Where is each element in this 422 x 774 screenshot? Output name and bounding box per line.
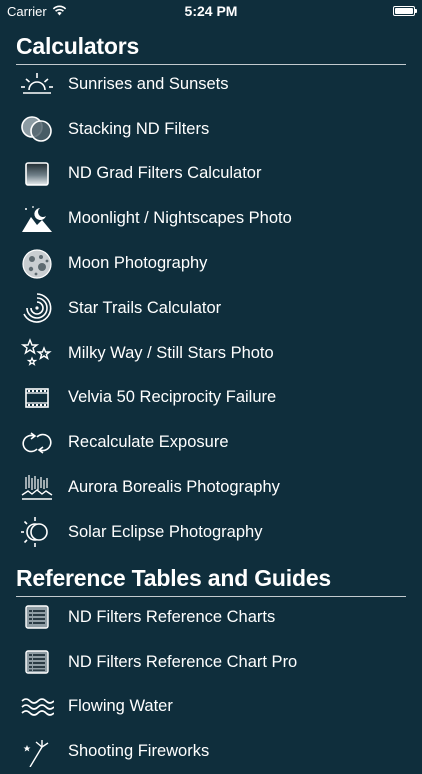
item-label: Milky Way / Still Stars Photo [68,343,274,362]
item-label: Shooting Fireworks [68,742,210,761]
item-label: Moon Photography [68,254,208,273]
list-item-nd-grad-filters[interactable]: ND Grad Filters Calculator [0,152,422,197]
item-label: Stacking ND Filters [68,119,210,138]
calculators-list: Sunrises and Sunsets Stacking ND Filters [0,62,422,555]
carrier-label: Carrier [7,3,47,19]
list-item-recalculate-exposure[interactable]: Recalculate Exposure [0,420,422,465]
wifi-icon [52,4,67,19]
section-header-calculators: Calculators [16,32,406,65]
moon-mountain-icon [20,202,54,236]
list-item-velvia-reciprocity[interactable]: Velvia 50 Reciprocity Failure [0,376,422,421]
item-label: Moonlight / Nightscapes Photo [68,209,292,228]
list-item-nd-filters-reference-pro[interactable]: ND Filters Reference Chart Pro [0,640,422,685]
item-label: Recalculate Exposure [68,433,229,452]
list-item-aurora-borealis[interactable]: Aurora Borealis Photography [0,465,422,510]
water-icon [20,690,54,724]
list-item-nd-filters-reference[interactable]: ND Filters Reference Charts [0,595,422,640]
item-label: Velvia 50 Reciprocity Failure [68,388,277,407]
stars-icon [20,336,54,370]
status-left: Carrier [7,4,67,19]
fireworks-icon [20,735,54,769]
recalculate-icon [20,426,54,460]
status-bar: Carrier 5:24 PM [0,0,422,22]
list-item-shooting-fireworks[interactable]: Shooting Fireworks [0,729,422,774]
list-item-milky-way[interactable]: Milky Way / Still Stars Photo [0,331,422,376]
section-header-reference: Reference Tables and Guides [16,564,406,597]
battery-icon [393,6,417,16]
list-item-moonlight-nightscapes[interactable]: Moonlight / Nightscapes Photo [0,196,422,241]
item-label: Flowing Water [68,697,173,716]
reference-chart-pro-icon [20,645,54,679]
list-item-star-trails[interactable]: Star Trails Calculator [0,286,422,331]
gradient-filter-icon [20,157,54,191]
list-item-stacking-nd-filters[interactable]: Stacking ND Filters [0,107,422,152]
item-label: Sunrises and Sunsets [68,74,229,93]
reference-list: ND Filters Reference Charts ND Filters R… [0,595,422,774]
moon-icon [20,247,54,281]
item-label: Star Trails Calculator [68,298,222,317]
list-item-flowing-water[interactable]: Flowing Water [0,685,422,730]
item-label: ND Filters Reference Chart Pro [68,652,298,671]
list-item-solar-eclipse[interactable]: Solar Eclipse Photography [0,510,422,555]
reference-chart-icon [20,600,54,634]
item-label: Aurora Borealis Photography [68,478,280,497]
sunrise-icon [20,67,54,101]
stacked-filters-icon [20,112,54,146]
film-icon [20,381,54,415]
eclipse-icon [20,515,54,549]
list-item-moon-photography[interactable]: Moon Photography [0,241,422,286]
aurora-icon [20,471,54,505]
item-label: ND Grad Filters Calculator [68,164,262,183]
item-label: Solar Eclipse Photography [68,522,263,541]
list-item-sunrises-sunsets[interactable]: Sunrises and Sunsets [0,62,422,107]
status-right [393,6,417,16]
item-label: ND Filters Reference Charts [68,607,276,626]
star-trails-icon [20,291,54,325]
